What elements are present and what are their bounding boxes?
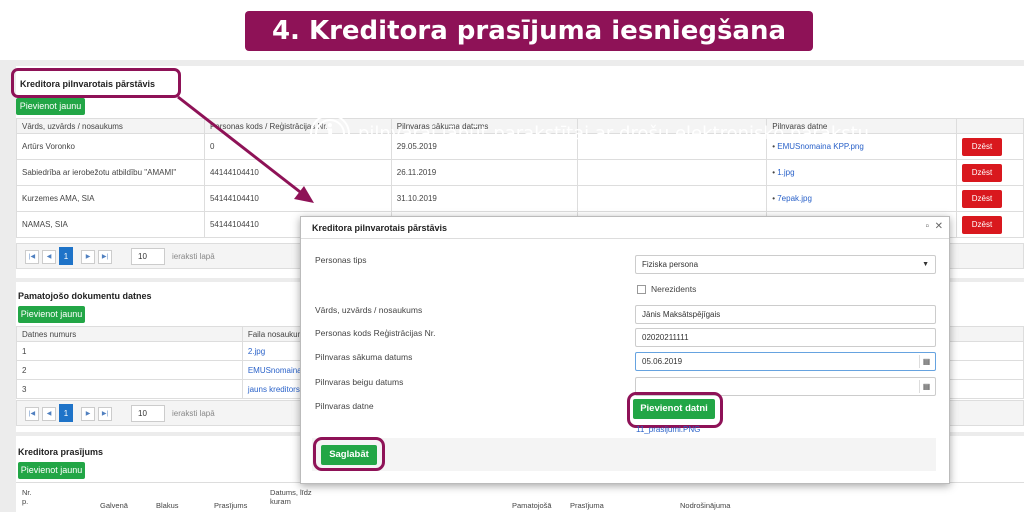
dialog-title: Kreditora pilnvarotais pārstāvis — [312, 223, 448, 233]
last-page-icon[interactable]: ▶| — [98, 407, 112, 421]
prev-page-icon[interactable]: ◀ — [42, 407, 56, 421]
current-page[interactable]: 1 — [59, 404, 73, 422]
start-date-value: 05.06.2019 — [642, 357, 683, 366]
calendar-icon[interactable]: ▦ — [919, 355, 933, 368]
cell-name: Artūrs Voronko — [16, 133, 205, 160]
column-header: Prasījuma — [570, 501, 604, 510]
add-file-button[interactable]: Pievienot datni — [633, 399, 715, 419]
column-header — [956, 118, 1024, 134]
cell-code: 54144104410 — [203, 185, 392, 212]
claims-section-title: Kreditora prasījums — [18, 447, 104, 457]
last-page-icon[interactable]: ▶| — [98, 250, 112, 264]
file-label: Pilnvaras datne — [315, 401, 374, 411]
column-header: Pamatojošā — [512, 501, 552, 510]
page-size-label: ieraksti lapā — [172, 252, 215, 261]
info-text-1: datu ievade par kreditora pilnvaroto pār… — [309, 75, 714, 96]
start-date-label: Pilnvaras sākuma datums — [315, 352, 413, 362]
claims-table-header: Nr. p. Galvenā Blakus Prasījums Datums, … — [16, 482, 1024, 512]
name-field[interactable]: Jānis Maksātspējīgais — [635, 305, 936, 324]
nonresident-label: Nerezidents — [651, 284, 697, 294]
cell-date: 26.11.2019 — [390, 159, 578, 186]
info-icon: i — [310, 114, 350, 154]
file-link[interactable]: 2.jpg — [248, 347, 265, 356]
documents-section-title: Pamatojošo dokumentu datnes — [18, 291, 152, 301]
person-type-label: Personas tips — [315, 255, 367, 265]
representative-dialog: Kreditora pilnvarotais pārstāvis ▫ ✕ Per… — [300, 216, 950, 484]
start-date-field[interactable]: 05.06.2019 ▦ — [635, 352, 936, 371]
column-header: Nodrošinājuma — [680, 501, 731, 510]
delete-button[interactable]: Dzēst — [962, 189, 1002, 208]
page-size-select[interactable]: 10 — [131, 405, 165, 422]
file-link[interactable]: jauns kreditors — [248, 385, 300, 394]
chevron-down-icon: ▼ — [922, 261, 929, 268]
info-text-2: pilnvarai jābūt parakstītai ar drošu ele… — [358, 123, 870, 144]
dialog-footer — [312, 438, 936, 471]
dialog-header: Kreditora pilnvarotais pārstāvis ▫ ✕ — [301, 217, 949, 239]
highlight-ring — [11, 68, 181, 98]
column-header: Blakus — [156, 501, 179, 510]
attached-file-link[interactable]: 11_prasijumi.PNG — [636, 425, 700, 434]
file-link[interactable]: EMUSnomaina — [248, 366, 302, 375]
delete-button[interactable]: Dzēst — [962, 215, 1002, 234]
column-header: Nr. p. — [22, 488, 32, 506]
first-page-icon[interactable]: |◀ — [25, 407, 39, 421]
add-claim-button[interactable]: Pievienot jaunu — [18, 462, 85, 479]
add-document-button[interactable]: Pievienot jaunu — [18, 306, 85, 323]
code-field[interactable]: 02020211111 — [635, 328, 936, 347]
column-header: Datnes numurs — [16, 326, 243, 342]
calendar-icon[interactable]: ▦ — [919, 380, 933, 393]
cell-code: 44144104410 — [203, 159, 392, 186]
save-button[interactable]: Saglabāt — [321, 445, 377, 465]
page-size-label: ieraksti lapā — [172, 409, 215, 418]
add-representative-button[interactable]: Pievienot jaunu — [16, 98, 85, 115]
close-icon[interactable]: ✕ — [935, 221, 943, 232]
column-header: Galvenā — [100, 501, 128, 510]
cell-name: Sabiedrība ar ierobežotu atbildību "AMAM… — [16, 159, 205, 186]
current-page[interactable]: 1 — [59, 247, 73, 265]
column-header: Prasījums — [214, 501, 248, 510]
column-header: Vārds, uzvārds / nosaukums — [16, 118, 205, 134]
first-page-icon[interactable]: |◀ — [25, 250, 39, 264]
file-link[interactable]: 1.jpg — [777, 168, 794, 177]
next-page-icon[interactable]: ▶ — [81, 250, 95, 264]
page-size-select[interactable]: 10 — [131, 248, 165, 265]
banner-title: 4. Kreditora prasījuma iesniegšana — [245, 11, 813, 51]
cell-name: Kurzemes AMA, SIA — [16, 185, 205, 212]
delete-button[interactable]: Dzēst — [962, 163, 1002, 182]
table-row: Sabiedrība ar ierobežotu atbildību "AMAM… — [16, 159, 1024, 186]
prev-page-icon[interactable]: ◀ — [42, 250, 56, 264]
cell-number: 3 — [16, 379, 243, 399]
cell-date: 31.10.2019 — [390, 185, 578, 212]
cell-name: NAMAS, SIA — [16, 211, 205, 238]
column-header: Datums, līdz kuram — [270, 488, 312, 506]
person-type-select[interactable]: Fiziska persona ▼ — [635, 255, 936, 274]
table-row: Kurzemes AMA, SIA 54144104410 31.10.2019… — [16, 185, 1024, 212]
cell-number: 2 — [16, 360, 243, 380]
maximize-icon[interactable]: ▫ — [925, 221, 929, 232]
name-label: Vārds, uzvārds / nosaukums — [315, 305, 423, 315]
code-label: Personas kods Reģistrācijas Nr. — [315, 328, 436, 338]
end-date-label: Pilnvaras beigu datums — [315, 377, 404, 387]
delete-button[interactable]: Dzēst — [962, 137, 1002, 156]
file-link[interactable]: 7epak.jpg — [777, 194, 812, 203]
cell-number: 1 — [16, 341, 243, 361]
next-page-icon[interactable]: ▶ — [81, 407, 95, 421]
person-type-value: Fiziska persona — [642, 260, 699, 269]
banner: 4. Kreditora prasījuma iesniegšana — [0, 0, 1024, 60]
info-icon: i — [260, 66, 300, 106]
nonresident-checkbox[interactable] — [637, 285, 646, 294]
